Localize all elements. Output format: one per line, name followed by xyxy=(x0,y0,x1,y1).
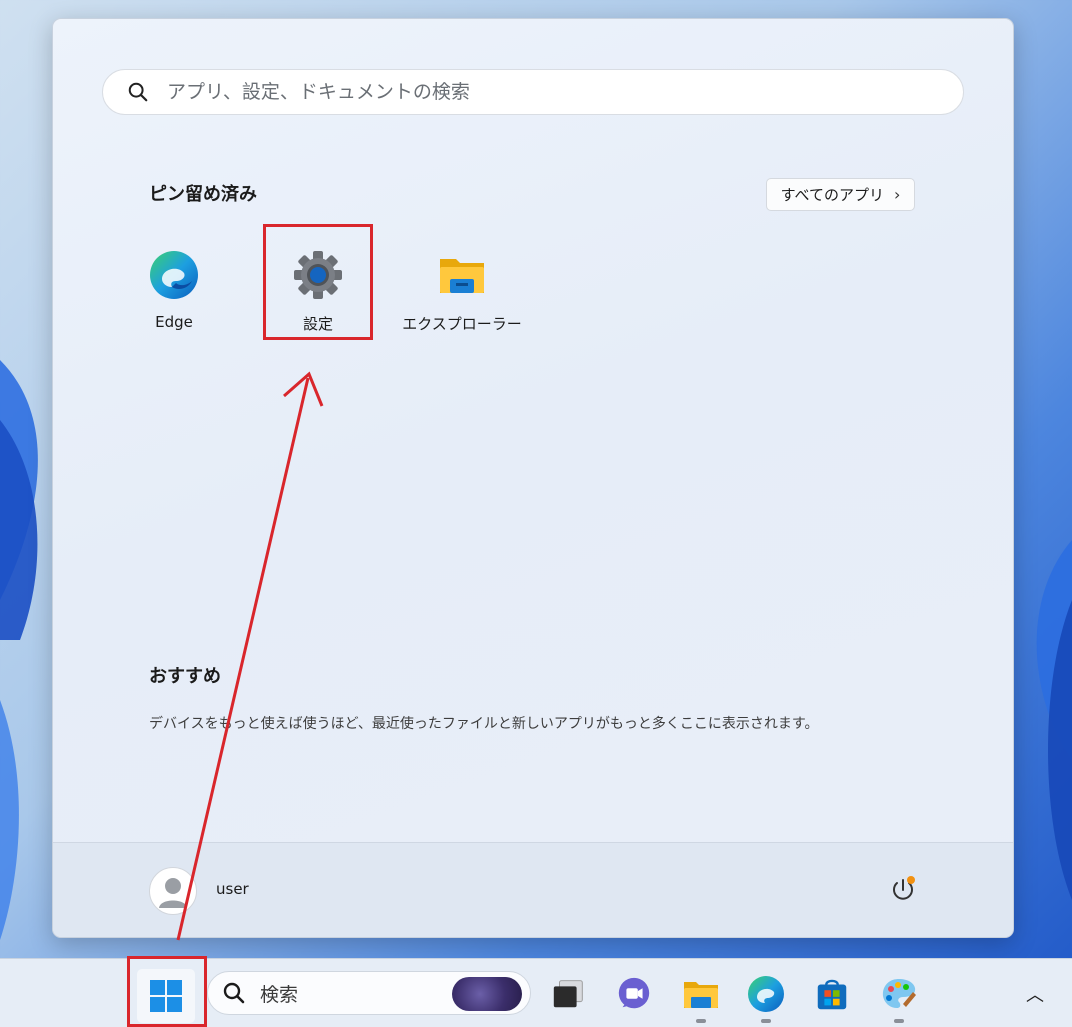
annotation-highlight-settings xyxy=(263,224,373,340)
search-icon xyxy=(223,982,245,1004)
file-explorer-icon xyxy=(684,982,718,1008)
user-icon xyxy=(159,878,187,908)
recommended-empty-text: デバイスをもっと使えば使うほど、最近使ったファイルと新しいアプリがもっと多くここ… xyxy=(149,716,819,732)
taskbar-paint[interactable] xyxy=(876,971,922,1023)
start-menu: ピン留め済み すべてのアプリ › Edge xyxy=(52,18,1014,938)
taskbar-edge[interactable] xyxy=(743,971,789,1023)
annotation-highlight-start xyxy=(127,956,207,1027)
start-search-input[interactable] xyxy=(165,80,929,104)
all-apps-label: すべてのアプリ xyxy=(780,186,884,204)
user-name[interactable]: user xyxy=(216,880,249,898)
task-view-icon xyxy=(553,980,583,1008)
teams-chat-icon xyxy=(618,977,650,1009)
running-indicator xyxy=(696,1019,706,1023)
show-hidden-icons-button[interactable]: ︿ xyxy=(1020,979,1050,1009)
taskbar-search-label: 検索 xyxy=(260,983,299,1006)
taskbar-microsoft-store[interactable] xyxy=(809,971,855,1017)
paint-icon xyxy=(882,979,916,1008)
start-menu-footer: user xyxy=(53,842,1013,937)
start-search-box[interactable] xyxy=(102,69,964,115)
chevron-up-icon: ︿ xyxy=(1026,985,1044,1006)
power-icon[interactable] xyxy=(887,874,919,906)
pinned-app-label: Edge xyxy=(155,313,193,331)
pinned-app-label: エクスプローラー xyxy=(402,315,522,333)
edge-icon xyxy=(150,251,198,299)
chevron-right-icon: › xyxy=(893,185,901,204)
taskbar: 検索 ︿ xyxy=(0,956,1072,1027)
microsoft-store-icon xyxy=(817,979,847,1010)
taskbar-task-view[interactable] xyxy=(546,971,592,1017)
all-apps-button[interactable]: すべてのアプリ › xyxy=(766,178,915,211)
running-indicator xyxy=(761,1019,771,1023)
search-highlight-art xyxy=(452,977,522,1011)
search-icon xyxy=(128,82,148,102)
pinned-section-title: ピン留め済み xyxy=(149,184,257,205)
taskbar-search[interactable]: 検索 xyxy=(207,971,531,1015)
pinned-app-edge[interactable]: Edge xyxy=(119,241,229,347)
pinned-app-explorer[interactable]: エクスプローラー xyxy=(402,241,522,347)
recommended-section-title: おすすめ xyxy=(149,666,221,687)
taskbar-file-explorer[interactable] xyxy=(678,971,724,1023)
running-indicator xyxy=(894,1019,904,1023)
edge-icon xyxy=(748,976,784,1012)
taskbar-teams-chat[interactable] xyxy=(611,971,657,1017)
folder-icon xyxy=(440,259,484,293)
user-avatar[interactable] xyxy=(149,867,197,915)
